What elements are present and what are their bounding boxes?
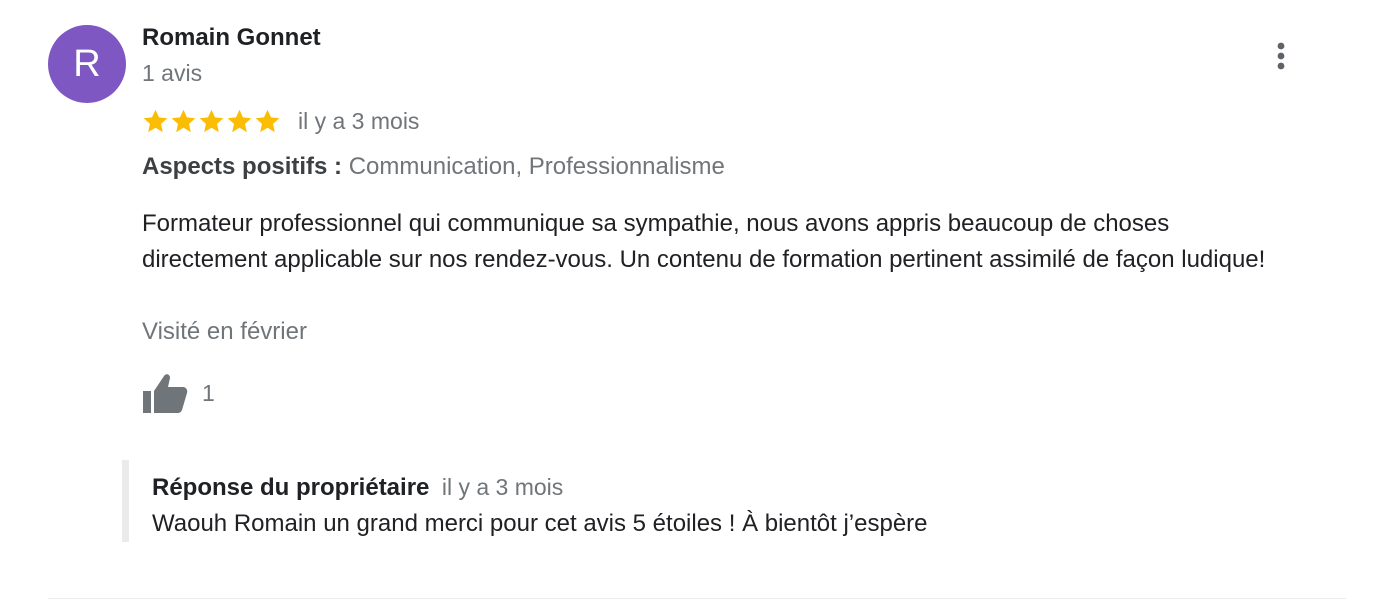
star-filled-icon [143,109,168,132]
review-date: il y a 3 mois [298,107,420,134]
more-options-button[interactable] [1266,38,1296,78]
thumbs-up-icon [143,374,188,413]
rating-row: il y a 3 mois [142,104,419,138]
visit-date: Visité en février [142,318,307,345]
owner-response-text: Waouh Romain un grand merci pour cet avi… [152,510,928,537]
positive-aspects-values: Communication, Professionnalisme [348,153,725,180]
like-button[interactable]: 1 [142,372,215,414]
owner-response-header: Réponse du propriétaire il y a 3 mois [152,474,563,502]
owner-response-date: il y a 3 mois [441,474,564,500]
positive-aspects-label: Aspects positifs : [142,153,343,180]
review-card: R Romain Gonnet 1 avis il y a 3 mois Asp… [0,0,1390,610]
star-filled-icon [199,109,224,132]
review-text: Formateur professionnel qui communique s… [142,210,1266,273]
owner-response-title: Réponse du propriétaire [152,474,430,501]
star-rating [142,108,281,135]
star-filled-icon [171,109,196,132]
author-name[interactable]: Romain Gonnet [142,24,321,52]
more-vert-icon [1277,42,1285,70]
star-filled-icon [255,109,280,132]
author-review-count: 1 avis [142,60,203,86]
star-filled-icon [227,109,252,132]
avatar[interactable]: R [48,25,126,103]
like-count: 1 [202,379,215,406]
positive-aspects: Aspects positifs : Communication, Profes… [142,153,725,181]
owner-response: Réponse du propriétaire il y a 3 mois Wa… [122,460,1279,542]
divider [48,598,1346,599]
